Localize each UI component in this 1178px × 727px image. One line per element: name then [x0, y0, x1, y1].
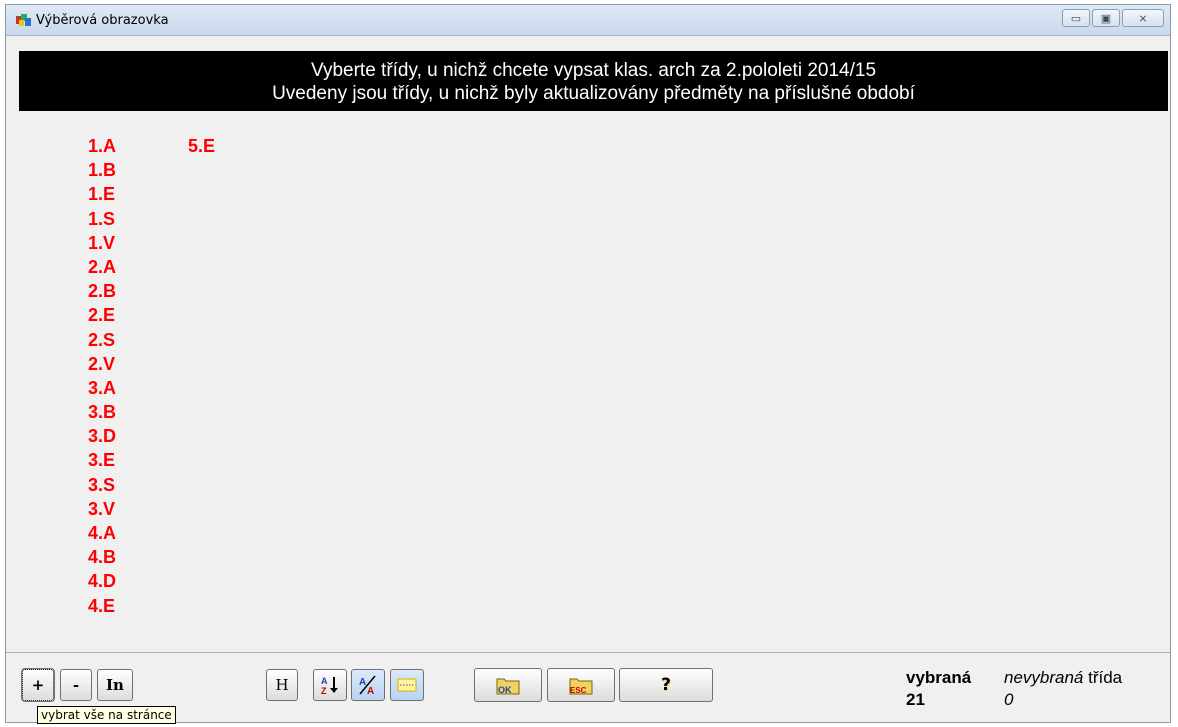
class-item[interactable]: 2.S [88, 328, 116, 352]
class-item[interactable]: 3.S [88, 473, 116, 497]
svg-text:Z: Z [321, 686, 327, 696]
class-item[interactable]: 5.E [188, 134, 215, 158]
class-item[interactable]: 3.B [88, 400, 116, 424]
title-bar[interactable]: Výběrová obrazovka ▭ ▣ ⨯ [6, 5, 1170, 36]
ok-folder-icon: OK [496, 678, 520, 695]
class-item[interactable]: 4.D [88, 569, 116, 593]
class-item[interactable]: 3.D [88, 424, 116, 448]
class-item[interactable]: 4.A [88, 521, 116, 545]
tooltip: vybrat vše na stránce [37, 706, 176, 724]
invert-selection-button[interactable]: In [97, 669, 133, 701]
case-toggle-button[interactable]: A A [351, 669, 385, 701]
dotted-line-icon [397, 678, 417, 692]
class-item[interactable]: 3.E [88, 448, 116, 472]
svg-text:A: A [367, 686, 374, 696]
class-item[interactable]: 1.V [88, 231, 116, 255]
invert-label: In [106, 676, 124, 694]
sort-az-icon: A Z [321, 676, 338, 696]
esc-button[interactable]: ESC [547, 668, 615, 702]
sort-az-button[interactable]: A Z [313, 669, 347, 701]
class-item[interactable]: 2.E [88, 303, 116, 327]
class-item[interactable]: 2.V [88, 352, 116, 376]
esc-label: ESC [570, 686, 587, 695]
class-item[interactable]: 2.B [88, 279, 116, 303]
class-item[interactable]: 2.A [88, 255, 116, 279]
class-item[interactable]: 1.A [88, 134, 116, 158]
class-column-2: 5.E [188, 134, 215, 158]
minimize-icon: ▭ [1070, 12, 1082, 25]
class-word: třída [1088, 668, 1123, 687]
ok-button[interactable]: OK [474, 668, 542, 702]
ok-label: OK [498, 685, 512, 695]
window-title: Výběrová obrazovka [36, 13, 169, 28]
maximize-icon: ▣ [1100, 12, 1112, 25]
unselected-count: 0 [1004, 690, 1014, 709]
header-line-1: Vyberte třídy, u nichž chcete vypsat kla… [310, 60, 877, 81]
svg-text:A: A [359, 677, 366, 688]
header-line-2: Uvedeny jsou třídy, u nichž byly aktuali… [272, 83, 915, 104]
plus-icon: + [31, 676, 45, 694]
h-label: H [275, 676, 289, 694]
selected-count: 21 [906, 690, 925, 709]
close-button[interactable]: ⨯ [1122, 9, 1164, 27]
class-column-1: 1.A 1.B 1.E 1.S 1.V 2.A 2.B 2.E 2.S 2.V 3.A 3.B 3.D 3… [88, 134, 116, 618]
class-item[interactable]: 4.E [88, 594, 116, 618]
class-item[interactable]: 1.B [88, 158, 116, 182]
maximize-button[interactable]: ▣ [1092, 9, 1120, 27]
help-icon: ? [661, 675, 671, 695]
case-toggle-icon: A A [359, 675, 376, 696]
h-button[interactable]: H [266, 669, 298, 701]
app-icon [16, 14, 31, 26]
esc-folder-icon: ESC [569, 678, 593, 695]
minus-icon: - [72, 676, 80, 694]
help-button[interactable]: ? [619, 668, 713, 702]
select-all-button[interactable]: + [21, 668, 55, 702]
unselected-label: nevybraná [1004, 668, 1084, 687]
class-item[interactable]: 1.E [88, 182, 116, 206]
unselected-label-group: nevybraná třída [1004, 668, 1122, 688]
close-icon: ⨯ [1138, 12, 1148, 25]
class-item[interactable]: 4.B [88, 545, 116, 569]
class-list-area: 1.A 1.B 1.E 1.S 1.V 2.A 2.B 2.E 2.S 2.V 3.A 3.B 3.D 3… [18, 116, 1167, 652]
instruction-header: Vyberte třídy, u nichž chcete vypsat kla… [19, 51, 1168, 111]
deselect-all-button[interactable]: - [60, 669, 92, 701]
underline-toggle-button[interactable] [390, 669, 424, 701]
class-item[interactable]: 1.S [88, 207, 116, 231]
class-item[interactable]: 3.A [88, 376, 116, 400]
minimize-button[interactable]: ▭ [1062, 9, 1090, 27]
selected-label: vybraná [906, 668, 972, 687]
class-item[interactable]: 3.V [88, 497, 116, 521]
svg-text:A: A [321, 676, 328, 686]
